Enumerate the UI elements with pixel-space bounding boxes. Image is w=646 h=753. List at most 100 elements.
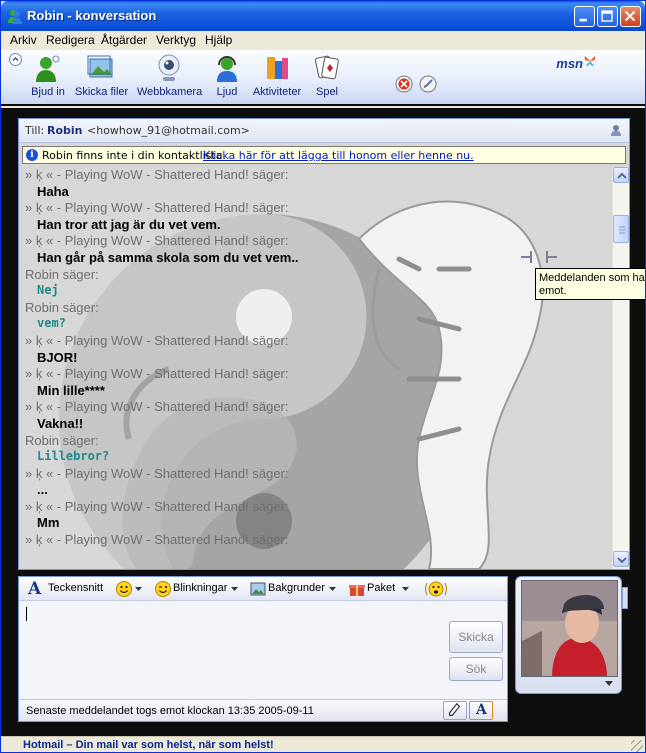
message-text-line: ... bbox=[37, 482, 48, 498]
resize-splitter-icon[interactable] bbox=[517, 248, 561, 266]
format-toolbar: A Teckensnitt Blinkningar Bakgrunder Pak… bbox=[19, 577, 507, 601]
msn-butterfly-icon bbox=[584, 56, 596, 66]
collapse-display-picture-tab[interactable] bbox=[622, 587, 628, 609]
collapse-toolbar-icon[interactable] bbox=[9, 53, 22, 66]
text-caret bbox=[26, 607, 27, 621]
emoticon-icon[interactable] bbox=[115, 580, 133, 598]
message-text-line: Min lille**** bbox=[37, 382, 105, 398]
message-text-line: Vakna!! bbox=[37, 415, 84, 431]
maximize-button[interactable] bbox=[597, 6, 618, 27]
audio-button[interactable]: Ljud bbox=[211, 53, 243, 98]
handwriting-tab[interactable] bbox=[443, 701, 467, 720]
invite-button[interactable]: Bjud in bbox=[28, 53, 68, 98]
send-button[interactable]: Skicka bbox=[449, 621, 503, 653]
menu-verktyg[interactable]: Verktyg bbox=[156, 33, 196, 47]
chevron-down-icon[interactable] bbox=[402, 587, 409, 592]
scroll-down-button[interactable] bbox=[613, 551, 629, 567]
message-sender-line: » ķ « - Playing WoW - Shattered Hand! sä… bbox=[25, 366, 289, 382]
webcam-button[interactable]: Webbkamera bbox=[137, 53, 203, 98]
close-icon bbox=[624, 10, 636, 22]
webcam-label: Webbkamera bbox=[137, 86, 203, 98]
games-cards-icon bbox=[314, 55, 339, 80]
message-text-line: Haha bbox=[37, 183, 69, 199]
backgrounds-label: Bakgrunder bbox=[268, 582, 325, 594]
message-input[interactable] bbox=[21, 602, 445, 700]
activities-label: Aktiviteter bbox=[252, 86, 302, 98]
to-label: Till: bbox=[25, 124, 45, 137]
games-button[interactable]: Spel bbox=[311, 53, 343, 98]
add-contact-link[interactable]: Klicka här för att lägga till honom elle… bbox=[203, 149, 474, 162]
window-title: Robin - konversation bbox=[27, 8, 157, 23]
chevron-down-icon[interactable] bbox=[135, 587, 142, 592]
message-sender-line: » ķ « - Playing WoW - Shattered Hand! sä… bbox=[25, 399, 289, 415]
menu-arkiv[interactable]: Arkiv bbox=[10, 33, 37, 47]
invite-label: Bjud in bbox=[31, 86, 65, 98]
send-files-button[interactable]: Skicka filer bbox=[75, 53, 128, 98]
hotmail-ad-link[interactable]: Hotmail – Din mail var som helst, när so… bbox=[23, 739, 274, 751]
font-icon: A bbox=[28, 579, 42, 599]
message-sender-line: Robin säger: bbox=[25, 432, 99, 448]
font-button[interactable]: Teckensnitt bbox=[48, 582, 103, 594]
menu-atgarder[interactable]: Åtgärder bbox=[101, 33, 147, 47]
scroll-up-button[interactable] bbox=[613, 167, 629, 183]
chevron-down-icon[interactable] bbox=[329, 587, 336, 592]
games-label: Spel bbox=[315, 86, 339, 98]
font-button-label: Teckensnitt bbox=[48, 582, 104, 594]
audio-headset-icon bbox=[217, 56, 237, 82]
audio-label: Ljud bbox=[216, 86, 238, 98]
msn-buddy-icon bbox=[8, 10, 22, 24]
wink-icon[interactable] bbox=[154, 580, 172, 598]
contact-card-icon[interactable] bbox=[609, 123, 623, 137]
background-picker-icon[interactable] bbox=[419, 75, 437, 93]
search-button[interactable]: Sök bbox=[449, 657, 503, 681]
tooltip-line-1: Meddelanden som har s bbox=[539, 272, 646, 284]
history-scrollbar[interactable] bbox=[612, 167, 629, 569]
message-sender-line: » ķ « - Playing WoW - Shattered Hand! sä… bbox=[25, 200, 289, 216]
package-button[interactable]: Paket bbox=[367, 582, 395, 594]
gift-package-icon[interactable] bbox=[348, 580, 366, 598]
status-line: Senaste meddelandet togs emot klockan 13… bbox=[19, 699, 507, 721]
compose-panel: A Teckensnitt Blinkningar Bakgrunder Pak… bbox=[18, 576, 508, 722]
display-picture-frame bbox=[515, 576, 622, 694]
package-label: Paket bbox=[367, 582, 396, 594]
minimize-button[interactable] bbox=[574, 6, 595, 27]
menu-bar: Arkiv Redigera Åtgärder Verktyg Hjälp bbox=[1, 31, 645, 50]
chevron-down-icon[interactable] bbox=[231, 587, 238, 592]
chevron-up-icon bbox=[617, 172, 627, 179]
tooltip: Meddelanden som har s emot. bbox=[535, 268, 646, 300]
contact-display-picture[interactable] bbox=[521, 580, 618, 677]
contact-name: Robin bbox=[47, 124, 83, 137]
title-bar[interactable]: Robin - konversation bbox=[1, 1, 645, 31]
menu-redigera[interactable]: Redigera bbox=[46, 33, 95, 47]
block-icon[interactable] bbox=[395, 75, 413, 93]
background-image-icon[interactable] bbox=[249, 580, 267, 598]
message-sender-line: » ķ « - Playing WoW - Shattered Hand! sä… bbox=[25, 532, 289, 548]
winks-label: Blinkningar bbox=[173, 582, 228, 594]
to-bar: Till: Robin <howhow_91@hotmail.com> bbox=[19, 119, 629, 143]
display-picture-menu-arrow[interactable] bbox=[605, 681, 613, 686]
resize-grip[interactable] bbox=[631, 740, 643, 752]
message-text-line: Han tror att jag är du vet vem. bbox=[37, 216, 221, 232]
chevron-down-icon bbox=[617, 557, 627, 564]
winks-button[interactable]: Blinkningar bbox=[173, 582, 227, 594]
message-sender-line: » ķ « - Playing WoW - Shattered Hand! sä… bbox=[25, 498, 289, 514]
menu-hjalp[interactable]: Hjälp bbox=[205, 33, 232, 47]
avatar-photo bbox=[522, 581, 617, 676]
nudge-icon[interactable] bbox=[425, 580, 447, 598]
close-button[interactable] bbox=[620, 6, 641, 27]
message-text-line: vem? bbox=[37, 316, 66, 331]
pen-icon bbox=[449, 702, 461, 717]
message-sender-line: » ķ « - Playing WoW - Shattered Hand! sä… bbox=[25, 332, 289, 348]
scroll-thumb[interactable] bbox=[613, 215, 629, 243]
activities-icon bbox=[267, 57, 288, 79]
conversation-history-panel: Till: Robin <howhow_91@hotmail.com> i Ro… bbox=[18, 118, 630, 570]
text-tab[interactable]: A bbox=[469, 701, 493, 720]
webcam-icon bbox=[158, 54, 180, 81]
message-sender-line: Robin säger: bbox=[25, 266, 99, 282]
message-text-line: Mm bbox=[37, 515, 60, 531]
message-text-line: Lillebror? bbox=[37, 449, 110, 464]
activities-button[interactable]: Aktiviteter bbox=[249, 53, 305, 98]
msn-logo: msn bbox=[556, 56, 583, 71]
contact-email: <howhow_91@hotmail.com> bbox=[87, 124, 250, 137]
backgrounds-button[interactable]: Bakgrunder bbox=[268, 582, 325, 594]
